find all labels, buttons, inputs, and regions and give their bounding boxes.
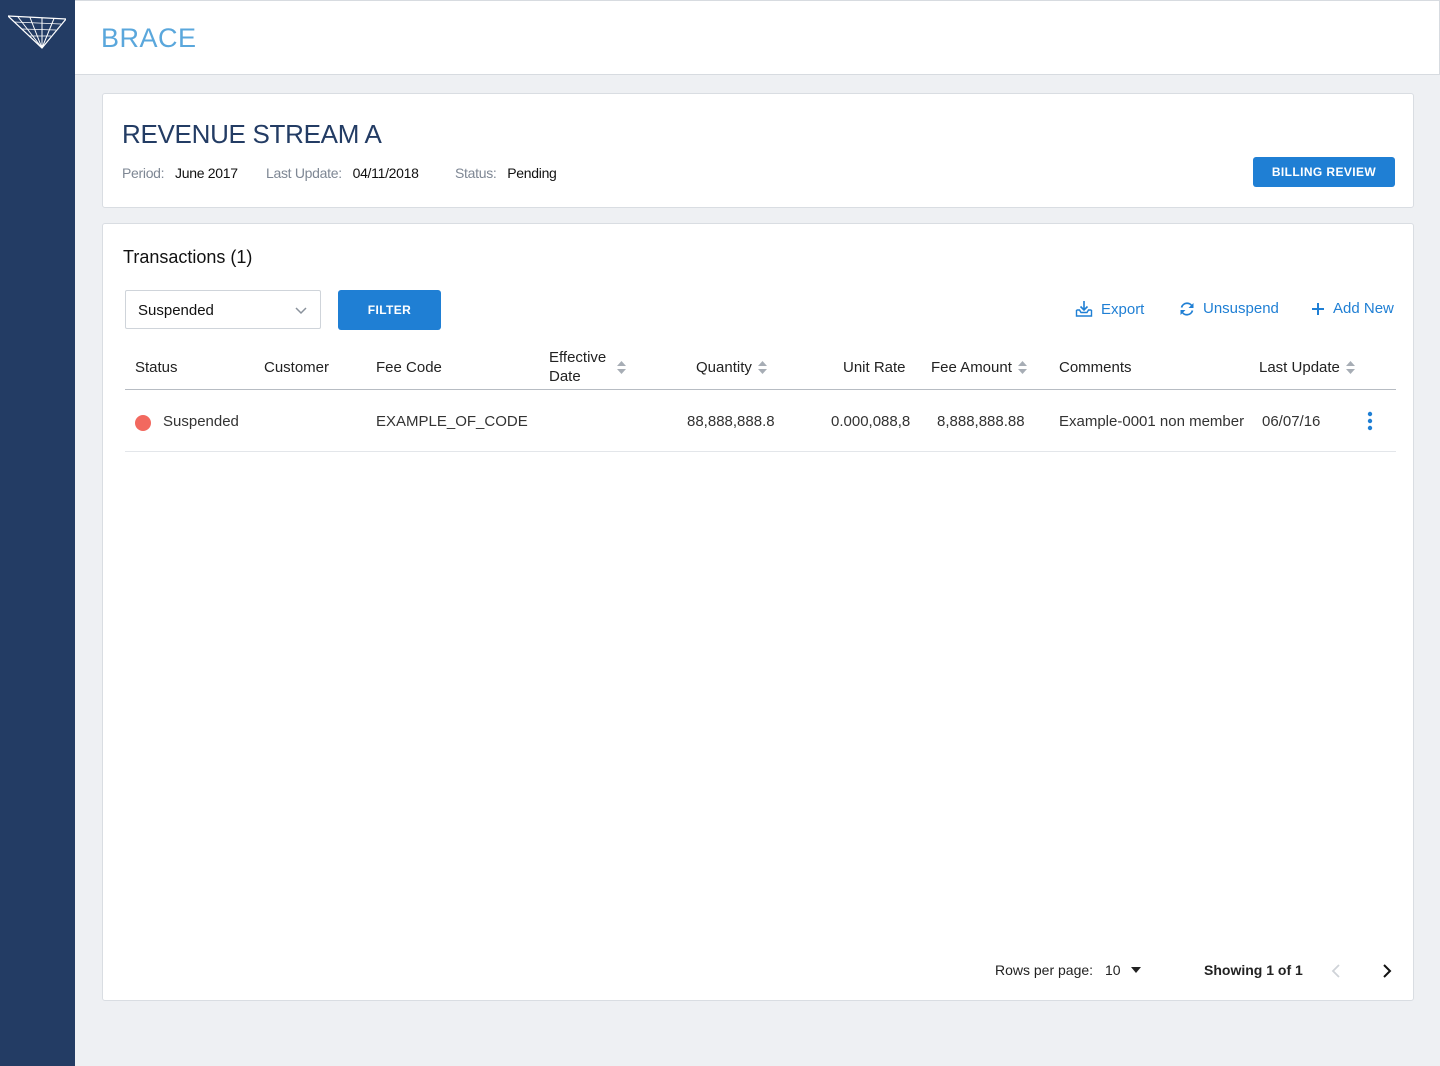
company-logo-icon[interactable] <box>8 14 66 50</box>
sort-icon <box>617 360 626 374</box>
sort-icon <box>1345 361 1355 374</box>
column-label: Fee Amount <box>931 359 1012 376</box>
export-label: Export <box>1101 300 1145 318</box>
status-dot-icon <box>135 415 151 431</box>
last-update-meta: Last Update: 04/11/2018 <box>266 165 419 181</box>
previous-page-icon[interactable] <box>1331 964 1341 978</box>
column-header-quantity[interactable]: Quantity <box>696 359 767 376</box>
column-header-fee-amount[interactable]: Fee Amount <box>931 359 1027 376</box>
chevron-down-icon <box>295 307 307 315</box>
more-options-icon[interactable] <box>1365 410 1375 432</box>
rows-per-page-label: Rows per page: <box>995 962 1094 978</box>
table-row[interactable]: Suspended EXAMPLE_OF_CODE 88,888,888.8 0… <box>125 391 1396 452</box>
cell-comments: Example-0001 non member <box>1059 413 1245 430</box>
column-label-line: Date <box>549 368 581 385</box>
last-update-value: 04/11/2018 <box>352 165 419 181</box>
status-filter-select[interactable]: Suspended <box>125 290 321 329</box>
status-value: Pending <box>507 165 557 181</box>
last-update-label: Last Update: <box>266 165 342 181</box>
cell-quantity: 88,888,888.8 <box>687 413 775 430</box>
column-label: Fee Code <box>376 359 442 376</box>
rows-per-page-value: 10 <box>1105 962 1121 978</box>
sort-icon <box>757 361 767 374</box>
transactions-panel: Transactions (1) Suspended FILTER Export… <box>102 223 1414 1001</box>
column-label: Unit Rate <box>843 359 906 376</box>
top-bar: BRACE <box>75 0 1440 75</box>
add-new-label: Add New <box>1333 300 1394 317</box>
plus-icon <box>1312 302 1324 315</box>
column-label: Effective Date <box>549 348 611 386</box>
status-meta: Status: Pending <box>455 165 557 181</box>
period-label: Period: <box>122 165 165 181</box>
refresh-icon <box>1180 301 1194 316</box>
pagination-status: Showing 1 of 1 <box>1204 962 1303 978</box>
cell-fee-code: EXAMPLE_OF_CODE <box>376 413 528 430</box>
add-new-button[interactable]: Add New <box>1311 300 1394 317</box>
unsuspend-label: Unsuspend <box>1203 300 1279 317</box>
period-meta: Period: June 2017 <box>122 165 238 181</box>
cell-unit-rate: 0.000,088,8 <box>831 413 911 430</box>
column-label: Quantity <box>696 359 752 376</box>
period-value: June 2017 <box>175 165 238 181</box>
download-icon <box>1075 301 1093 317</box>
billing-review-button[interactable]: BILLING REVIEW <box>1253 157 1395 187</box>
column-header-effective-date[interactable]: Effective Date <box>549 348 626 386</box>
transactions-title: Transactions (1) <box>123 247 253 267</box>
rows-per-page-select[interactable]: 10 <box>1105 962 1141 978</box>
export-button[interactable]: Export <box>1075 300 1144 318</box>
page-title: REVENUE STREAM A <box>122 119 382 149</box>
rows-per-page: Rows per page: <box>995 962 1093 978</box>
column-header-customer[interactable]: Customer <box>264 359 329 376</box>
column-label: Status <box>135 359 178 376</box>
sidebar <box>0 0 75 1066</box>
revenue-stream-header: REVENUE STREAM A Period: June 2017 Last … <box>102 93 1414 208</box>
column-label: Last Update <box>1259 359 1340 376</box>
caret-down-icon <box>1130 967 1141 973</box>
sort-icon <box>1017 361 1027 374</box>
column-header-unit-rate[interactable]: Unit Rate <box>843 359 906 376</box>
cell-status: Suspended <box>163 413 239 430</box>
column-header-last-update[interactable]: Last Update <box>1259 359 1355 376</box>
app-brand[interactable]: BRACE <box>101 23 197 54</box>
column-label-line: Effective <box>549 349 607 366</box>
next-page-icon[interactable] <box>1382 964 1392 978</box>
cell-last-update: 06/07/16 <box>1262 413 1321 430</box>
column-label: Customer <box>264 359 330 376</box>
column-header-fee-code[interactable]: Fee Code <box>376 359 442 376</box>
column-label: Comments <box>1059 359 1132 376</box>
table-header: Status Customer Fee Code Effective Date … <box>125 342 1396 390</box>
column-header-comments[interactable]: Comments <box>1059 359 1132 376</box>
status-filter-value: Suspended <box>138 302 214 319</box>
unsuspend-button[interactable]: Unsuspend <box>1179 300 1279 317</box>
status-label: Status: <box>455 165 497 181</box>
filter-button[interactable]: FILTER <box>338 290 441 330</box>
column-header-status[interactable]: Status <box>135 359 178 376</box>
cell-fee-amount: 8,888,888.88 <box>937 413 1025 430</box>
